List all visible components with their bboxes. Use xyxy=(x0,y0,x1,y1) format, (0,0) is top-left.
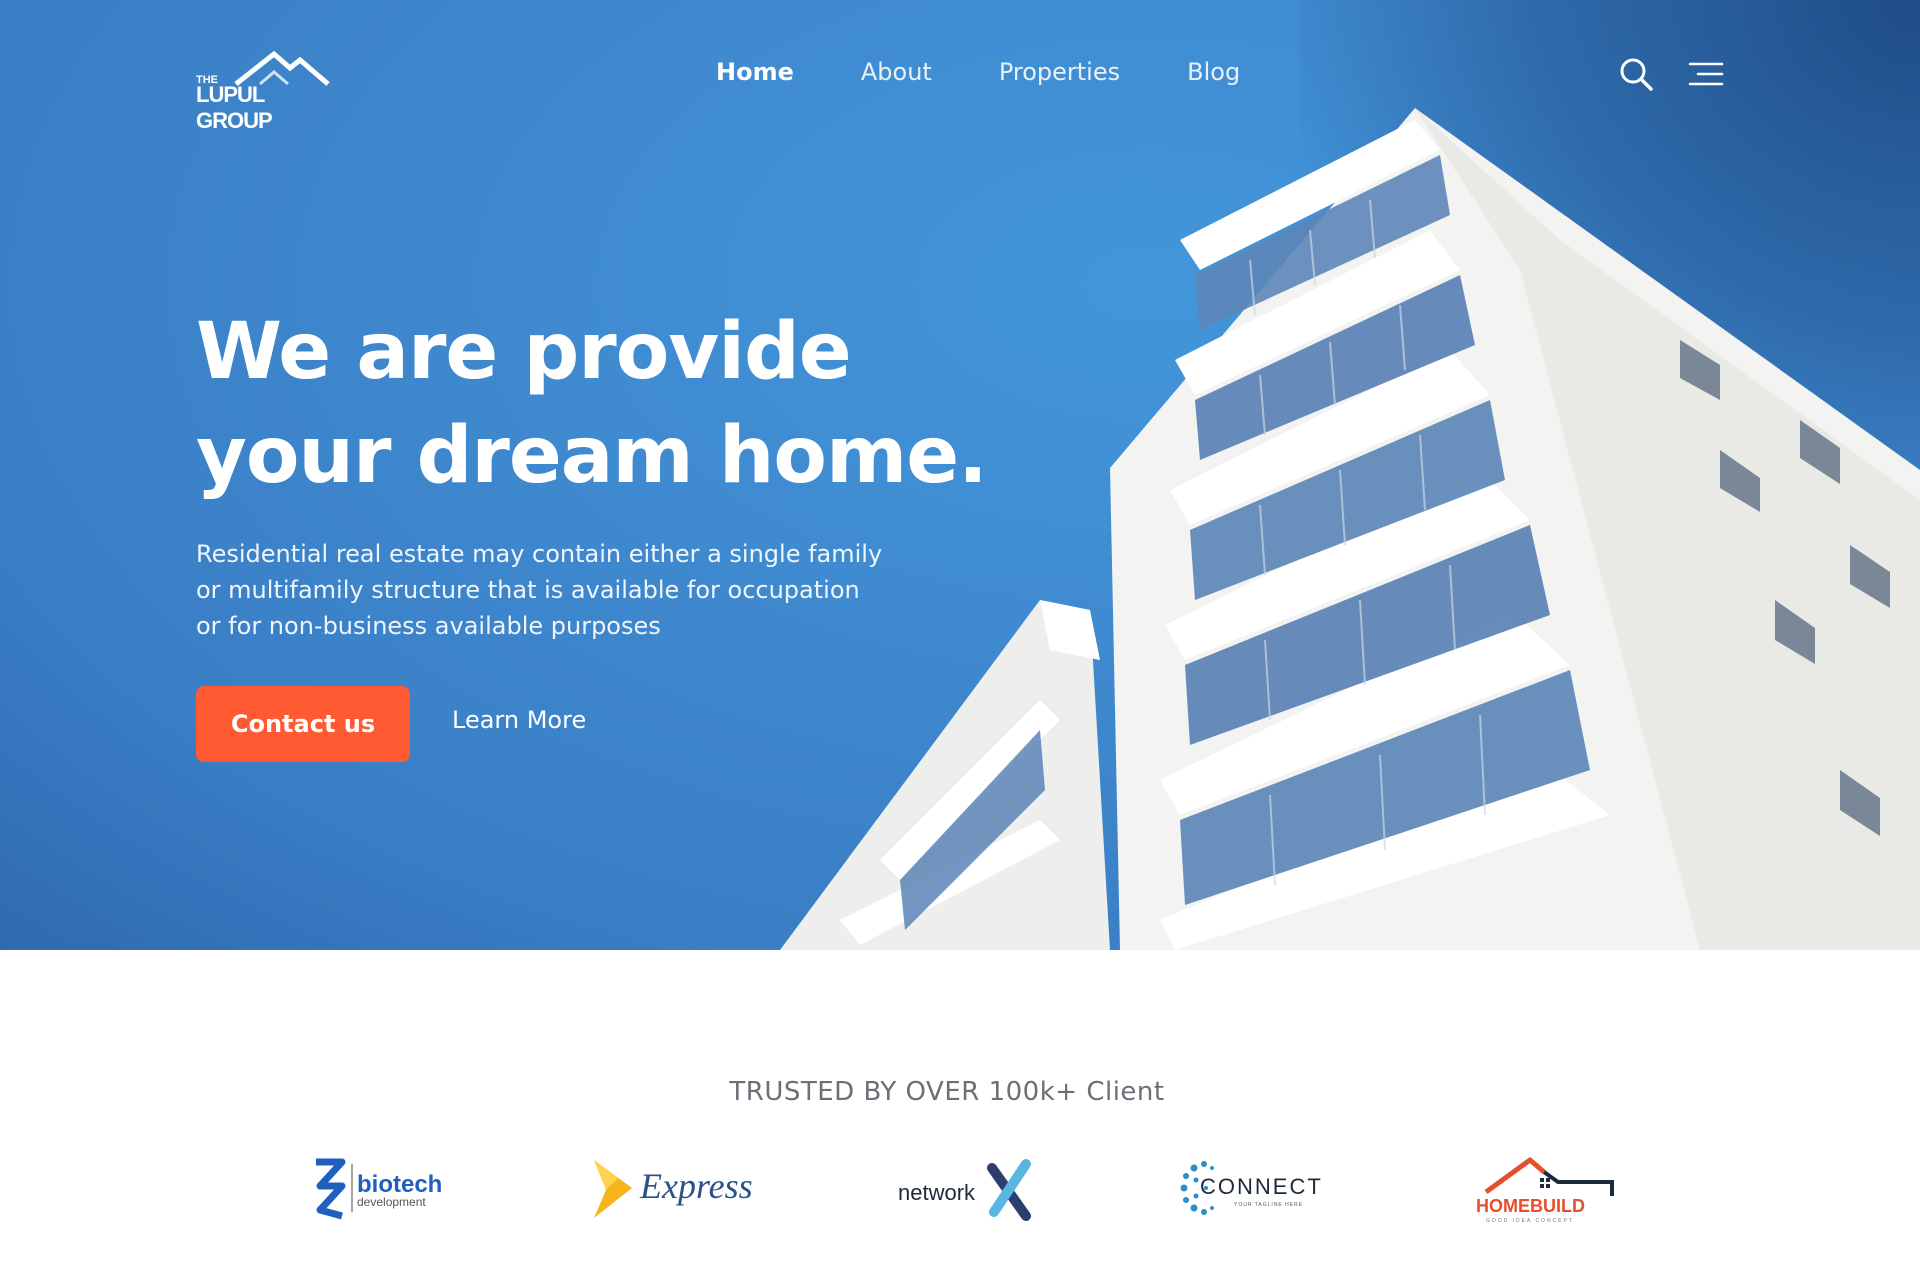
learn-more-link[interactable]: Learn More xyxy=(452,706,586,734)
company-logo[interactable]: THE LUPUL GROUP xyxy=(196,48,332,133)
client-logo-biotech: biotech development xyxy=(312,1150,452,1230)
connect-name: CONNECT xyxy=(1200,1174,1323,1199)
nav-blog[interactable]: Blog xyxy=(1187,58,1240,86)
headline-line-1: We are provide xyxy=(196,307,852,397)
nav-about[interactable]: About xyxy=(861,58,932,86)
client-logo-express: Express xyxy=(580,1150,770,1230)
subtitle-line-2: or multifamily structure that is availab… xyxy=(196,576,860,604)
headline-line-2: your dream home. xyxy=(196,411,988,501)
client-logo-connect: CONNECT YOUR TAGLINE HERE xyxy=(1176,1150,1336,1230)
biotech-name: biotech xyxy=(357,1171,442,1198)
main-nav: Home About Properties Blog xyxy=(716,58,1240,86)
subtitle-line-3: or for non-business available purposes xyxy=(196,612,661,640)
client-logo-homebuild: HOMEBUILD GOOD IDEA CONCEPT xyxy=(1472,1150,1622,1230)
hero-section: THE LUPUL GROUP Home About Properties Bl… xyxy=(0,0,1920,950)
express-logo-icon: Express xyxy=(594,1160,753,1218)
network-name: network xyxy=(898,1180,976,1205)
nav-home[interactable]: Home xyxy=(716,58,794,86)
biotech-sub: development xyxy=(357,1195,426,1209)
homebuild-tagline: GOOD IDEA CONCEPT xyxy=(1486,1218,1574,1224)
biotech-logo-icon: biotech development xyxy=(316,1158,442,1220)
network-logo-icon: network xyxy=(898,1159,1031,1221)
trusted-heading: TRUSTED BY OVER 100k+ Client xyxy=(729,1077,1165,1107)
hero-headline: We are provide your dream home. xyxy=(196,300,1096,508)
homebuild-logo-icon: HOMEBUILD GOOD IDEA CONCEPT xyxy=(1476,1157,1614,1224)
client-logo-network: network xyxy=(896,1150,1036,1230)
contact-us-button[interactable]: Contact us xyxy=(196,686,410,762)
menu-icon xyxy=(1688,62,1724,86)
nav-properties[interactable]: Properties xyxy=(999,58,1120,86)
subtitle-line-1: Residential real estate may contain eith… xyxy=(196,540,883,568)
connect-tagline: YOUR TAGLINE HERE xyxy=(1234,1202,1303,1208)
express-name: Express xyxy=(639,1166,753,1206)
menu-button[interactable] xyxy=(1688,60,1724,88)
homebuild-name: HOMEBUILD xyxy=(1476,1196,1585,1216)
connect-logo-icon: CONNECT YOUR TAGLINE HERE xyxy=(1180,1161,1323,1215)
search-button[interactable] xyxy=(1618,56,1654,92)
hero-subtitle: Residential real estate may contain eith… xyxy=(196,536,916,644)
logo-name-text: LUPUL GROUP xyxy=(196,82,273,133)
search-icon xyxy=(1620,58,1653,91)
